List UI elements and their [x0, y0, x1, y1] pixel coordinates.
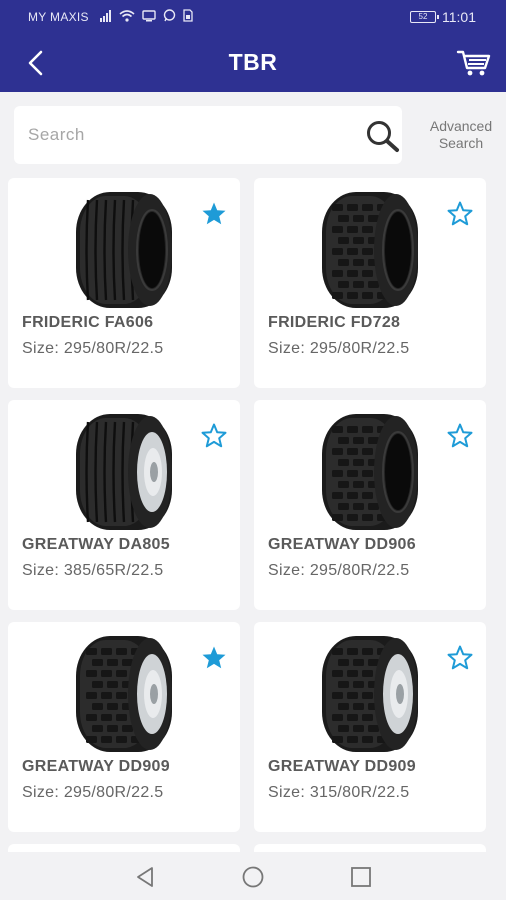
product-card[interactable]: FRIDERIC FD728 Size: 295/80R/22.5	[254, 178, 486, 388]
product-card[interactable]: GREATWAY DD909 Size: 295/80R/22.5	[8, 622, 240, 832]
product-card[interactable]: GREATWAY DA805 Size: 385/65R/22.5	[8, 400, 240, 610]
product-name: FRIDERIC FD728	[268, 314, 401, 331]
square-recents-icon[interactable]	[348, 864, 374, 890]
star-filled-icon[interactable]	[200, 200, 228, 228]
product-card[interactable]: GREATWAY DD906 Size: 295/80R/22.5	[254, 400, 486, 610]
cart-button[interactable]	[454, 44, 494, 82]
star-filled-icon[interactable]	[200, 644, 228, 672]
star-outline-icon[interactable]	[446, 200, 474, 228]
tire-image	[76, 414, 172, 530]
tire-image	[322, 192, 418, 308]
page-title: TBR	[228, 49, 278, 75]
tire-image	[322, 636, 418, 752]
carrier-label: MY MAXIS	[28, 10, 89, 24]
star-outline-icon[interactable]	[200, 422, 228, 450]
wifi-icon	[119, 9, 135, 22]
product-name: GREATWAY DD909	[268, 758, 416, 775]
product-size: Size: 295/80R/22.5	[268, 562, 410, 579]
product-size: Size: 295/80R/22.5	[22, 784, 164, 801]
search-icon[interactable]	[364, 118, 400, 154]
product-card[interactable]: FRIDERIC FA606 Size: 295/80R/22.5	[8, 178, 240, 388]
circle-home-icon[interactable]	[240, 864, 266, 890]
product-size: Size: 295/80R/22.5	[268, 340, 410, 357]
product-name: GREATWAY DA805	[22, 536, 170, 553]
product-name: GREATWAY DD906	[268, 536, 416, 553]
product-name: FRIDERIC FA606	[22, 314, 154, 331]
monitor-icon	[142, 9, 156, 21]
advanced-search-line1: Advanced	[429, 118, 493, 134]
product-name: GREATWAY DD909	[22, 758, 170, 775]
star-outline-icon[interactable]	[446, 644, 474, 672]
tire-image	[76, 192, 172, 308]
tire-image	[322, 414, 418, 530]
search-input[interactable]	[28, 120, 348, 150]
product-size: Size: 385/65R/22.5	[22, 562, 164, 579]
advanced-search-line2: Search	[438, 135, 484, 151]
system-nav-bar	[0, 852, 506, 900]
search-box	[14, 106, 402, 164]
product-card[interactable]: GREATWAY DD909 Size: 315/80R/22.5	[254, 622, 486, 832]
star-outline-icon[interactable]	[446, 422, 474, 450]
product-size: Size: 295/80R/22.5	[22, 340, 164, 357]
signal-icon	[100, 9, 111, 22]
tire-image	[76, 636, 172, 752]
triangle-back-icon[interactable]	[132, 864, 158, 890]
advanced-search-link[interactable]: Advanced Search	[418, 118, 504, 152]
battery-icon: 52	[410, 11, 439, 23]
chat-icon	[163, 9, 176, 22]
cart-icon	[456, 50, 491, 76]
app-bar: TBR	[0, 34, 506, 92]
status-bar: MY MAXIS 52 11:01	[0, 0, 506, 34]
sim-icon	[183, 9, 193, 22]
product-size: Size: 315/80R/22.5	[268, 784, 410, 801]
clock: 11:01	[442, 9, 476, 25]
status-icons	[100, 9, 193, 22]
